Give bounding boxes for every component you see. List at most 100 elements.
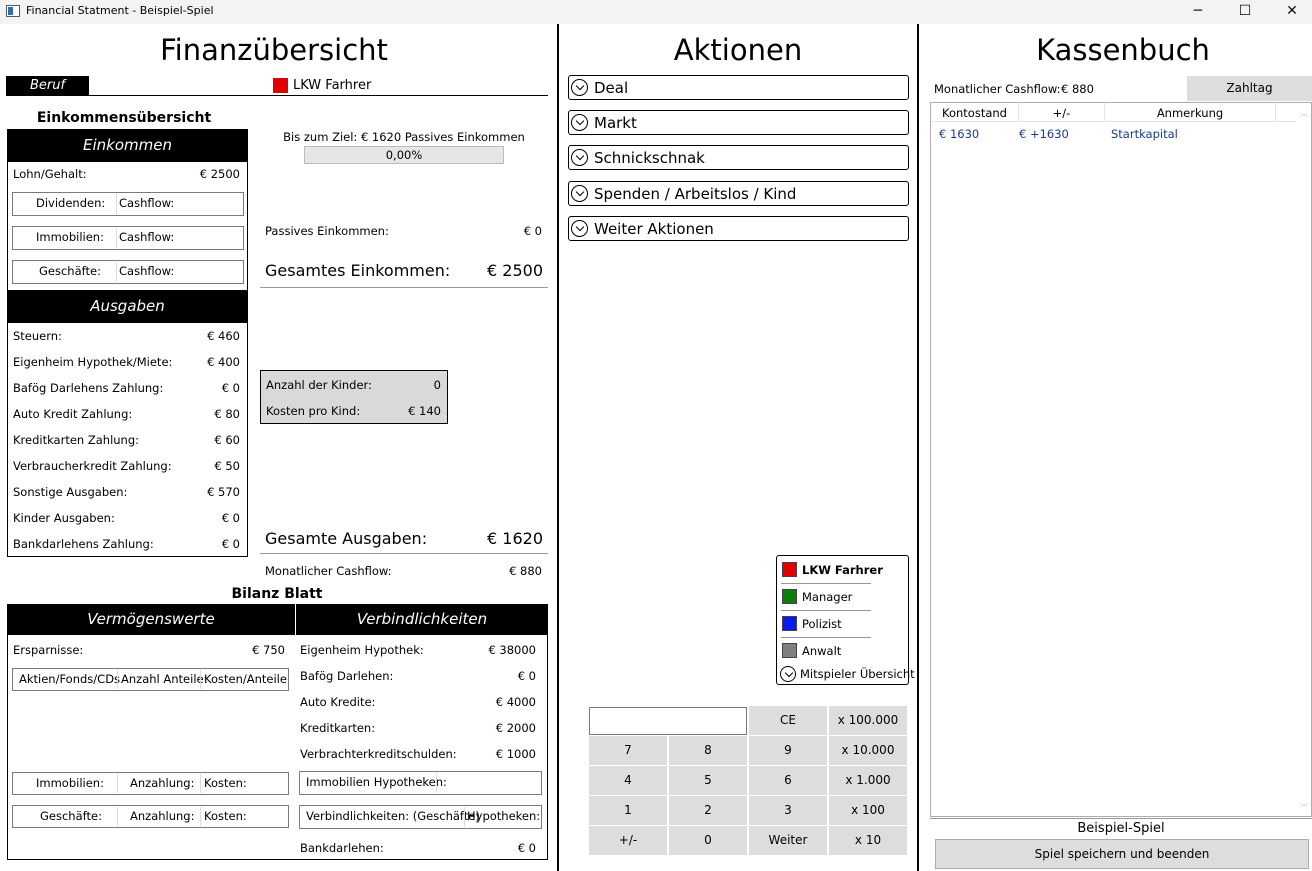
total-expenses-label: Gesamte Ausgaben: [265,529,428,548]
keypad-multiplier-button[interactable]: x 1.000 [829,766,907,795]
savings-label: Ersparnisse: [13,643,84,657]
keypad-digit-button[interactable]: 8 [669,736,747,765]
keypad-digit-button[interactable]: 0 [669,826,747,855]
passive-income-value: € 0 [523,224,542,238]
liability-value: € 1000 [495,747,536,761]
liability-value: € 4000 [495,695,536,709]
beruf-value: LKW Farhrer [293,78,372,93]
keypad-next-button[interactable]: Weiter [749,826,827,855]
keypad-ce-button[interactable]: CE [749,706,827,735]
ausgaben-header: Ausgaben [7,290,248,323]
business-liability-button[interactable]: Verbindlichkeiten: (Geschäfte) Hypotheke… [299,805,542,829]
action-label: Spenden / Arbeitslos / Kind [594,185,797,203]
keypad-multiplier-button[interactable]: x 10 [829,826,907,855]
cost-per-child-label: Kosten pro Kind: [266,404,361,418]
goal-progress-text: 0,00% [385,148,423,162]
action-weiter[interactable]: Weiter Aktionen [568,216,909,241]
player-name[interactable]: Polizist [802,617,842,631]
scroll-down-icon[interactable]: ﹀ [1300,802,1308,813]
children-panel: Anzahl der Kinder: 0 Kosten pro Kind: € … [260,370,448,424]
keypad-digit-button[interactable]: 4 [589,766,667,795]
keypad-sign-button[interactable]: +/- [589,826,667,855]
stocks-cost-label: Kosten/Anteile [204,672,287,686]
expense-label: Verbraucherkredit Zahlung: [13,459,172,473]
bank-loan-value: € 0 [517,841,536,855]
liability-label: Eigenheim Hypothek: [300,643,424,657]
player-name[interactable]: Anwalt [802,644,841,658]
keypad-multiplier-button[interactable]: x 10.000 [829,736,907,765]
dividends-button[interactable]: Dividenden: Cashflow: [12,192,244,216]
player-name-active[interactable]: LKW Farhrer [802,563,883,577]
vertical-scrollbar[interactable]: ︿ ﹀ [1296,103,1311,816]
expense-label: Kinder Ausgaben: [13,511,115,525]
cost-per-child-value: € 140 [408,404,441,418]
expense-value: € 400 [207,355,240,369]
dividends-label: Dividenden: [36,196,106,210]
minimize-button[interactable]: ─ [1175,0,1221,24]
expense-label: Bankdarlehens Zahlung: [13,537,154,551]
stocks-label: Aktien/Fonds/CDs [19,672,121,686]
action-spenden[interactable]: Spenden / Arbeitslos / Kind [568,181,909,206]
expense-value: € 570 [207,485,240,499]
lohn-value: € 2500 [199,167,240,181]
app-icon [6,5,20,17]
save-and-exit-button[interactable]: Spiel speichern und beenden [935,839,1309,869]
player-divider [781,583,871,584]
business-asset-button[interactable]: Geschäfte: Anzahlung: Kosten: [12,805,289,828]
chevron-down-icon [571,220,588,237]
maximize-button[interactable]: ☐ [1222,0,1268,24]
realestate-asset-button[interactable]: Immobilien: Anzahlung: Kosten: [12,772,289,795]
expense-label: Kreditkarten Zahlung: [13,433,140,447]
liability-label: Kreditkarten: [300,721,376,735]
keypad-multiplier-button[interactable]: x 100 [829,796,907,825]
window-title: Financial Statment - Beispiel-Spiel [26,4,214,17]
players-overview-toggle[interactable]: Mitspieler Übersicht [779,666,915,684]
keypad-digit-button[interactable]: 5 [669,766,747,795]
realestate-income-label: Immobilien: [36,230,104,244]
action-markt[interactable]: Markt [568,110,909,135]
keypad-digit-button[interactable]: 6 [749,766,827,795]
scroll-up-icon[interactable]: ︿ [1300,108,1308,119]
realestate-downpayment-label: Anzahlung: [130,776,195,790]
row-note: Startkapital [1111,127,1178,141]
business-income-label: Geschäfte: [39,264,101,278]
expense-value: € 0 [221,511,240,525]
action-schnickschnak[interactable]: Schnickschnak [568,145,909,170]
business-cost-label: Kosten: [204,809,247,823]
beruf-underline [6,95,548,96]
keypad-digit-button[interactable]: 2 [669,796,747,825]
column-header-kontostand[interactable]: Kontostand [931,106,1018,120]
expense-label: Auto Kredit Zahlung: [13,407,133,421]
income-divider [260,287,548,288]
keypad-digit-button[interactable]: 1 [589,796,667,825]
payday-button[interactable]: Zahltag [1187,76,1312,101]
keypad-digit-button[interactable]: 3 [749,796,827,825]
cashbook-divider [930,818,1312,819]
close-button[interactable]: ✕ [1269,0,1312,24]
action-deal[interactable]: Deal [568,75,909,100]
column-header-delta[interactable]: +/- [1019,106,1104,120]
column-header-note[interactable]: Anmerkung [1105,106,1275,120]
chevron-down-icon [571,79,588,96]
realestate-income-cashflow: Cashflow: [119,230,175,244]
business-income-button[interactable]: Geschäfte: Cashflow: [12,260,244,284]
table-row[interactable]: € 1630 € +1630 Startkapital [931,124,1297,143]
balance-sheet-heading: Bilanz Blatt [231,586,323,602]
beruf-color-swatch [273,78,288,93]
player-color-swatch [782,589,797,604]
table-header: Kontostand +/- Anmerkung [931,103,1297,122]
player-name[interactable]: Manager [802,590,852,604]
keypad-digit-button[interactable]: 9 [749,736,827,765]
keypad-multiplier-button[interactable]: x 100.000 [829,706,907,735]
player-color-swatch [782,616,797,631]
amount-input[interactable] [589,707,747,735]
mortgage-button[interactable]: Immobilien Hypotheken: [299,771,542,795]
column-divider-left [557,24,559,871]
einkommen-header: Einkommen [7,129,248,162]
realestate-income-button[interactable]: Immobilien: Cashflow: [12,226,244,250]
stocks-button[interactable]: Aktien/Fonds/CDs Anzahl Anteile: Kosten/… [12,668,289,691]
keypad-digit-button[interactable]: 7 [589,736,667,765]
player-divider [781,610,871,611]
action-label: Markt [594,114,637,132]
beruf-label: Beruf [6,76,89,96]
